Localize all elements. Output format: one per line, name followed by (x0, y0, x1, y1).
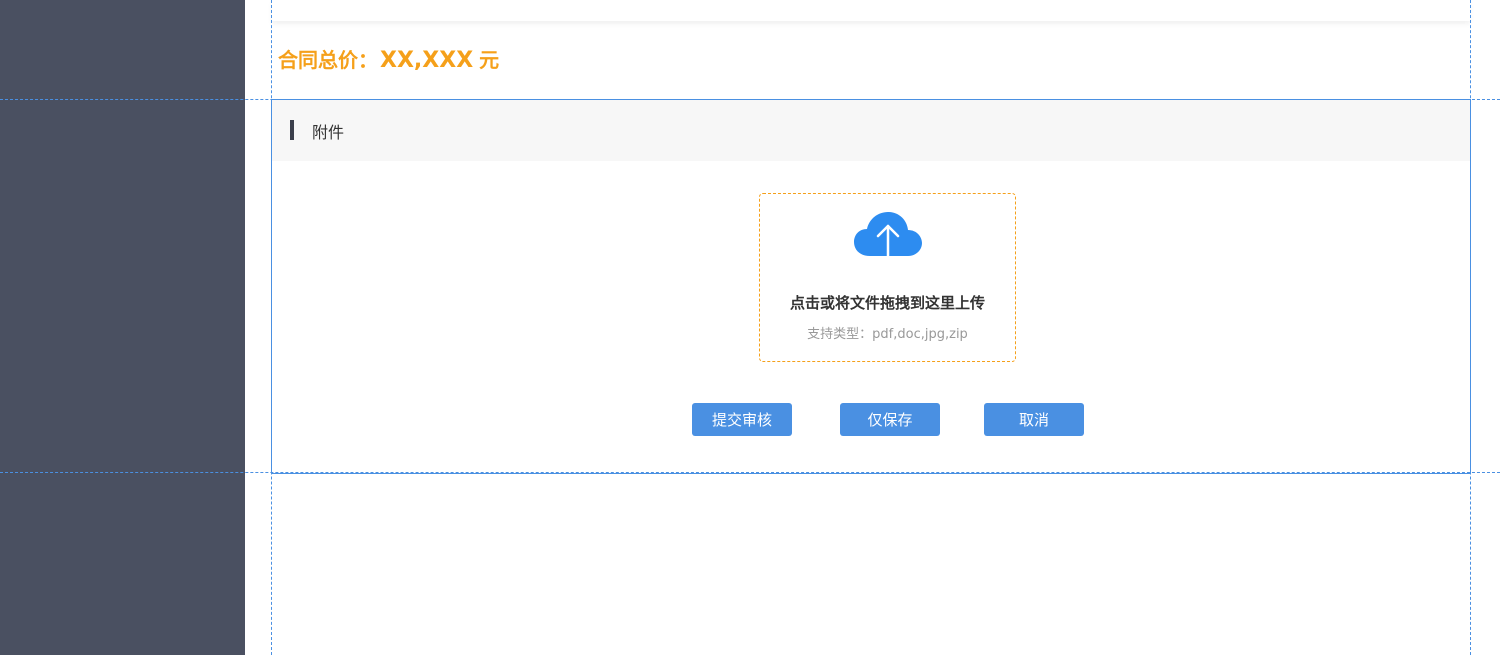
upload-instruction: 点击或将文件拖拽到这里上传 (789, 294, 985, 312)
total-price-amount: XX,XXX (380, 48, 474, 73)
attachments-panel: 附件 点击或将文件拖拽到这里上传 支持类型：pdf,doc,jpg,zip 提交… (271, 99, 1471, 474)
file-upload-dropzone[interactable]: 点击或将文件拖拽到这里上传 支持类型：pdf,doc,jpg,zip (759, 193, 1016, 362)
guide-line-horizontal (0, 99, 1500, 100)
save-only-button[interactable]: 仅保存 (840, 403, 940, 436)
guide-line-horizontal (0, 472, 1500, 473)
upload-supported-types: 支持类型：pdf,doc,jpg,zip (807, 327, 968, 342)
top-card (272, 0, 1470, 21)
total-price-label: 合同总价： (278, 48, 378, 72)
cloud-upload-icon (852, 210, 924, 276)
cancel-button[interactable]: 取消 (984, 403, 1084, 436)
attachments-title: 附件 (312, 123, 345, 142)
submit-review-button[interactable]: 提交审核 (692, 403, 792, 436)
contract-total-price: 合同总价：XX,XXX 元 (278, 44, 499, 73)
bottom-card (272, 474, 1470, 655)
total-price-unit: 元 (479, 48, 500, 72)
attachments-header: 附件 (272, 100, 1470, 161)
section-marker (290, 120, 294, 140)
